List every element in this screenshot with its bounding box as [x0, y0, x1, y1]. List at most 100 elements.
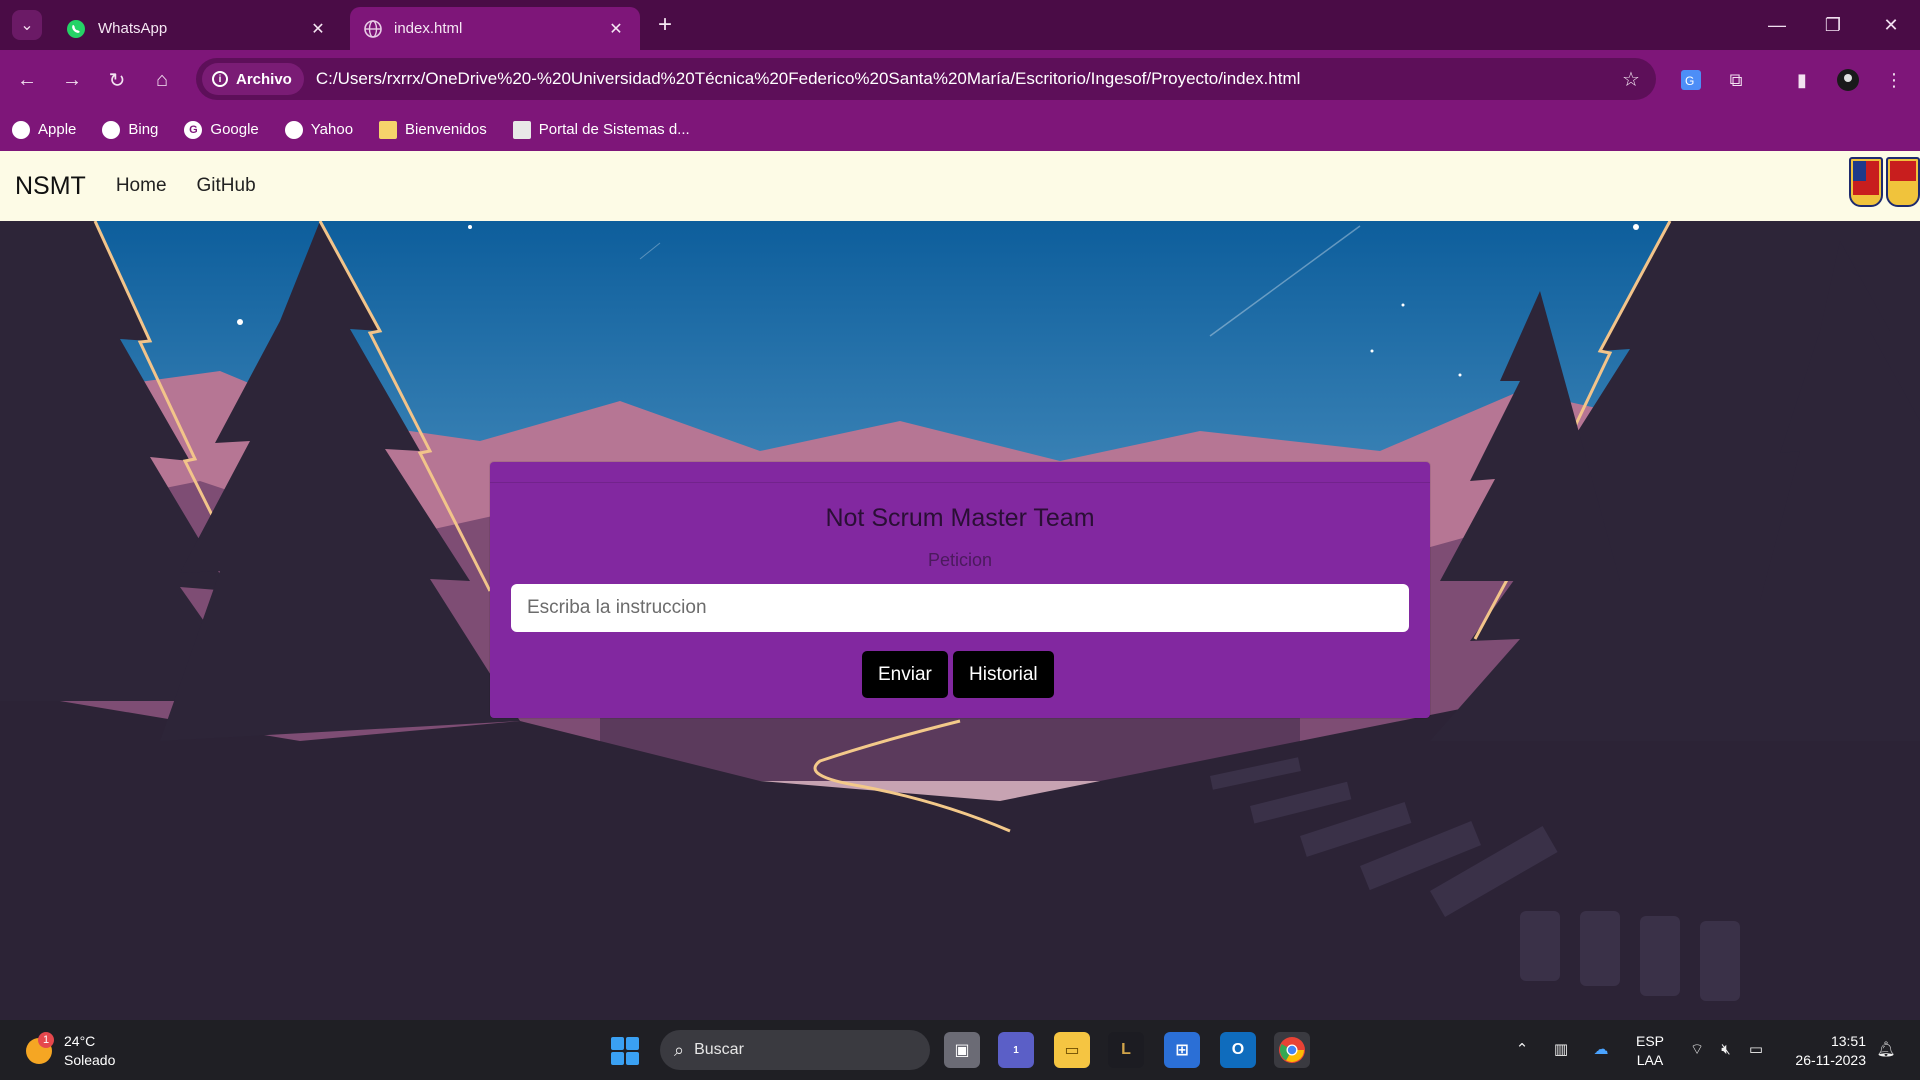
address-bar[interactable]: i Archivo C:/Users/rxrrx/OneDrive%20-%20…: [196, 58, 1656, 100]
nav-link-github[interactable]: GitHub: [197, 175, 256, 197]
arrow-left-icon: ←: [17, 68, 37, 91]
bookmark-label: Portal de Sistemas d...: [538, 121, 690, 138]
meter-icon[interactable]: ▥: [1550, 1038, 1572, 1060]
battery-icon[interactable]: ▭: [1745, 1038, 1767, 1060]
site-info-chip[interactable]: i Archivo: [202, 63, 304, 95]
bookmark-yahoo[interactable]: Yahoo: [284, 120, 354, 139]
minimize-icon: —: [1768, 14, 1786, 35]
bookmark-apple[interactable]: Apple: [12, 120, 76, 139]
task-view-icon[interactable]: ▣: [944, 1032, 980, 1068]
tab-title: WhatsApp: [98, 20, 168, 37]
nav-link-home[interactable]: Home: [116, 175, 167, 197]
windows-logo-icon: [611, 1037, 624, 1050]
reload-button[interactable]: ↻: [102, 65, 132, 95]
teams-badge: 1: [1013, 1044, 1019, 1056]
instruction-input[interactable]: [511, 584, 1409, 632]
notification-badge: 1: [38, 1032, 54, 1048]
clock-time: 13:51: [1830, 1033, 1866, 1049]
system-clock[interactable]: 13:51 26-11-2023: [1782, 1032, 1866, 1070]
file-explorer-icon[interactable]: ▭: [1054, 1032, 1090, 1068]
keyboard-layout: LAA: [1636, 1052, 1664, 1068]
bookmark-bing[interactable]: Bing: [102, 120, 159, 139]
outlook-icon[interactable]: O: [1220, 1032, 1256, 1068]
weather-widget[interactable]: 1 24°C Soleado: [26, 1032, 115, 1070]
taskbar-search[interactable]: ⌕ Buscar: [660, 1030, 930, 1070]
chevron-down-icon: ⌄: [20, 17, 34, 34]
plus-icon: +: [657, 11, 672, 38]
globe-icon: [284, 120, 303, 139]
bookmarks-bar: Apple Bing G Google Yahoo Bienvenidos Po…: [0, 108, 1920, 151]
info-icon: i: [212, 71, 228, 87]
url-text[interactable]: C:/Users/rxrrx/OneDrive%20-%20Universida…: [316, 69, 1616, 89]
extensions-icon[interactable]: ⧉: [1721, 65, 1751, 95]
tab-index-html[interactable]: index.html ✕: [350, 7, 640, 50]
input-language[interactable]: ESP LAA: [1636, 1032, 1664, 1070]
chrome-icon[interactable]: [1274, 1032, 1310, 1068]
forward-button[interactable]: →: [57, 65, 87, 95]
bookmark-label: Yahoo: [310, 121, 354, 138]
close-icon[interactable]: ✕: [606, 19, 626, 39]
start-button[interactable]: [611, 1037, 639, 1065]
bookmark-bienvenidos[interactable]: Bienvenidos: [379, 120, 487, 139]
translate-icon[interactable]: G: [1676, 65, 1706, 95]
globe-icon: [364, 19, 382, 38]
profile-avatar-icon[interactable]: [1833, 65, 1863, 95]
security-label: Archivo: [236, 70, 292, 88]
folder-icon: [379, 120, 398, 139]
web-page: NSMT Home GitHub Not Scrum Master Team P…: [0, 151, 1920, 1020]
university-crest-icon: [1849, 157, 1883, 207]
close-icon: ✕: [1883, 14, 1899, 35]
tab-search-button[interactable]: ⌄: [12, 10, 42, 40]
google-icon: G: [184, 120, 203, 139]
close-icon[interactable]: ✕: [308, 19, 328, 39]
side-panel-icon[interactable]: ▮: [1787, 65, 1817, 95]
bookmark-label: Bing: [128, 121, 159, 138]
clock-date: 26-11-2023: [1795, 1052, 1866, 1068]
new-tab-button[interactable]: +: [652, 11, 678, 38]
taskbar-search-label: Buscar: [694, 1041, 744, 1058]
send-button[interactable]: Enviar: [862, 651, 948, 698]
university-crest-icon: [1886, 157, 1920, 207]
wifi-icon[interactable]: ⌔: [1686, 1038, 1708, 1060]
close-window-button[interactable]: ✕: [1876, 10, 1906, 40]
globe-icon: [102, 120, 121, 139]
history-button[interactable]: Historial: [953, 651, 1054, 698]
card-header-divider: [490, 482, 1430, 483]
search-icon: ⌕: [674, 1039, 685, 1060]
svg-text:G: G: [1685, 74, 1694, 88]
card-subtitle: Peticion: [927, 550, 993, 570]
weather-condition: Soleado: [64, 1052, 116, 1068]
apple-icon: [12, 120, 30, 139]
bookmark-star-icon[interactable]: ☆: [1616, 64, 1646, 94]
onedrive-icon[interactable]: ☁: [1590, 1038, 1612, 1060]
back-button[interactable]: ←: [12, 65, 42, 95]
request-card: Not Scrum Master Team Peticion Enviar Hi…: [490, 462, 1430, 718]
bookmark-label: Bienvenidos: [405, 121, 487, 138]
sun-icon: 1: [26, 1032, 54, 1064]
whatsapp-icon: [67, 19, 85, 38]
notification-bell-icon[interactable]: 🔔︎: [1875, 1038, 1897, 1060]
home-button[interactable]: ⌂: [147, 65, 177, 95]
weather-temperature: 24°C: [64, 1033, 96, 1049]
card-title: Not Scrum Master Team: [825, 504, 1095, 532]
bookmark-portal[interactable]: Portal de Sistemas d...: [512, 120, 690, 139]
restore-button[interactable]: ❐: [1818, 10, 1848, 40]
browser-tab-bar: ⌄ WhatsApp ✕ index.html ✕ + — ❐ ✕: [0, 0, 1920, 50]
microsoft-store-icon[interactable]: ⊞: [1164, 1032, 1200, 1068]
windows-taskbar: 1 24°C Soleado ⌕ Buscar ▣ 1 ▭ L ⊞ O ⌃ ▥ …: [0, 1020, 1920, 1080]
speaker-muted-icon[interactable]: 🔇︎: [1715, 1038, 1737, 1060]
league-app-icon[interactable]: L: [1108, 1032, 1144, 1068]
menu-kebab-icon[interactable]: ⋮: [1879, 65, 1909, 95]
bookmark-google[interactable]: G Google: [184, 120, 259, 139]
language-code: ESP: [1636, 1033, 1665, 1049]
reload-icon: ↻: [108, 69, 126, 92]
teams-chat-icon[interactable]: 1: [998, 1032, 1034, 1068]
arrow-right-icon: →: [62, 68, 82, 91]
minimize-button[interactable]: —: [1762, 10, 1792, 40]
site-brand[interactable]: NSMT: [15, 172, 86, 201]
page-icon: [512, 120, 531, 139]
browser-toolbar: ← → ↻ ⌂ i Archivo C:/Users/rxrrx/OneDriv…: [0, 50, 1920, 108]
tab-whatsapp[interactable]: WhatsApp ✕: [52, 7, 342, 50]
chevron-up-icon[interactable]: ⌃: [1511, 1038, 1533, 1060]
home-icon: ⌂: [155, 68, 169, 91]
